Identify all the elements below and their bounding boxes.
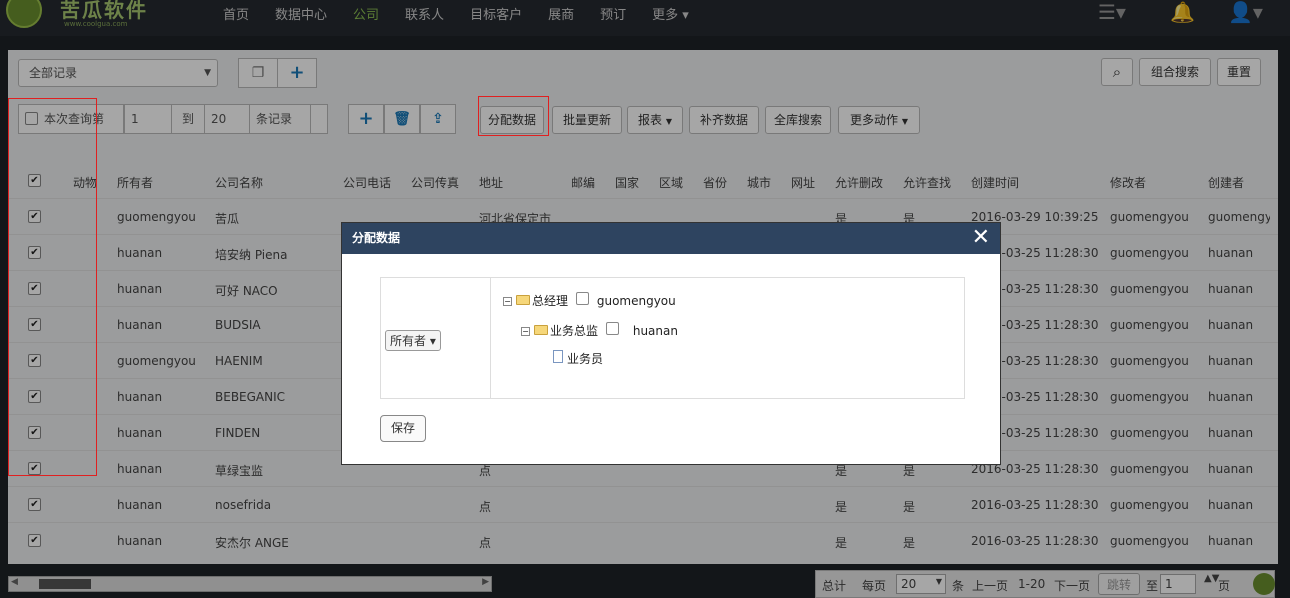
collapse-icon[interactable]: −	[521, 327, 530, 336]
tree-node-label: 业务总监	[550, 324, 599, 338]
highlight-assign-button	[478, 96, 549, 136]
user-checkbox[interactable]	[605, 322, 619, 335]
tree-node-salesperson[interactable]: 业务员	[553, 350, 603, 367]
user-checkbox[interactable]	[575, 292, 589, 305]
tree-node-user: guomengyou	[596, 294, 676, 308]
dialog-body: 所有者 ▾ − 总经理 guomengyou − 业务总监 huanan 业务员	[380, 277, 965, 399]
owner-select[interactable]: 所有者 ▾	[385, 330, 441, 351]
assign-data-dialog: 分配数据 ✕ 所有者 ▾ − 总经理 guomengyou − 业务总监 huana…	[341, 222, 1001, 465]
folder-icon	[516, 295, 530, 305]
save-button[interactable]: 保存	[380, 415, 426, 442]
document-icon	[553, 350, 563, 363]
dialog-title: 分配数据	[352, 231, 401, 245]
tree-node-label: 总经理	[532, 294, 569, 308]
tree-node-label: 业务员	[567, 352, 604, 366]
folder-icon	[534, 325, 548, 335]
collapse-icon[interactable]: −	[503, 297, 512, 306]
tree-node-user: huanan	[632, 324, 678, 338]
tree-node-general-manager[interactable]: − 总经理 guomengyou	[503, 292, 676, 309]
tree-node-sales-director[interactable]: − 业务总监 huanan	[521, 322, 678, 339]
owner-column: 所有者 ▾	[381, 278, 491, 398]
close-icon[interactable]: ✕	[972, 223, 990, 253]
highlight-checkbox-column	[8, 98, 97, 476]
dialog-header: 分配数据 ✕	[342, 223, 1000, 254]
